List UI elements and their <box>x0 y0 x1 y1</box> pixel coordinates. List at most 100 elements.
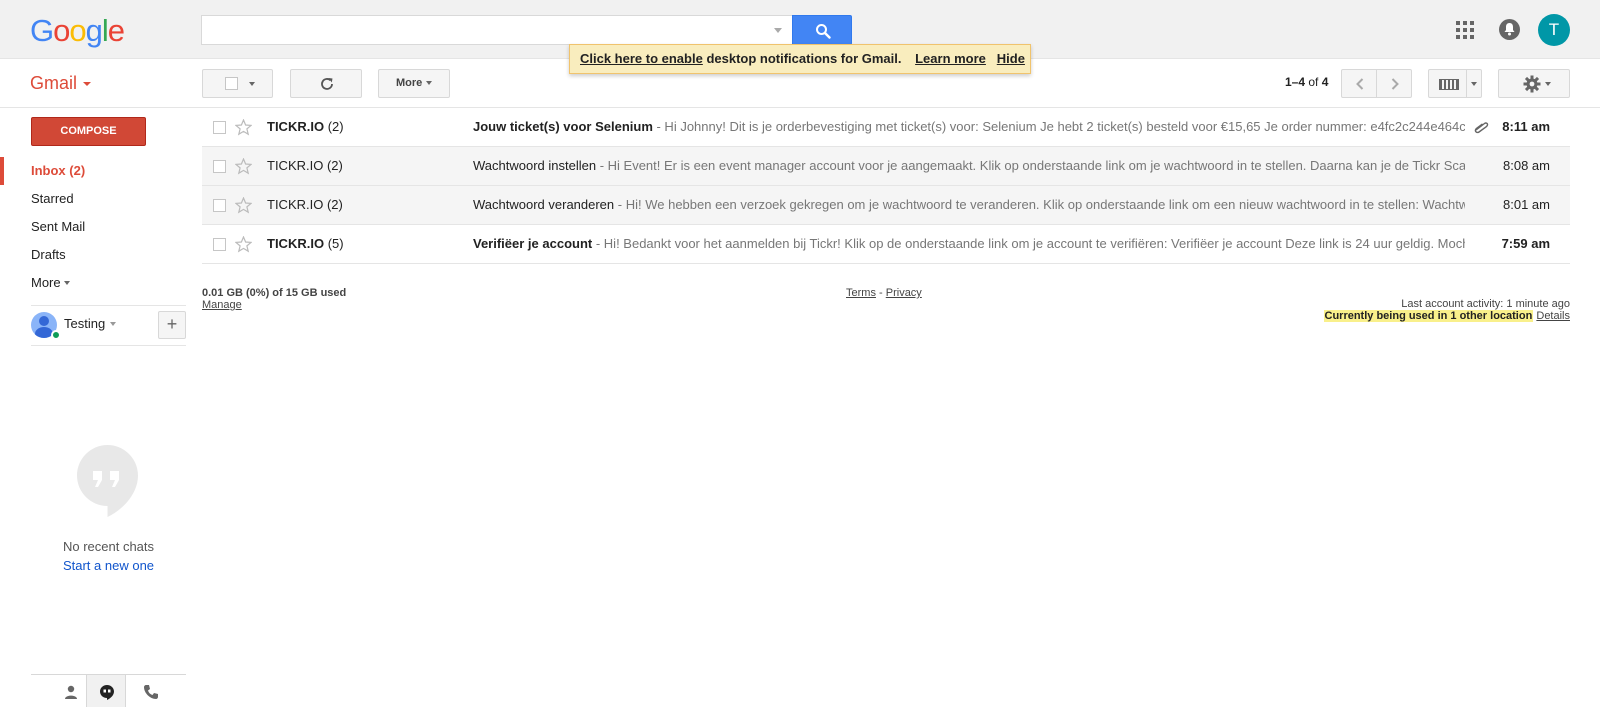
search-options-dropdown-icon[interactable] <box>774 28 782 33</box>
message-content: Verifiëer je account - Hi! Bedankt voor … <box>473 225 1465 263</box>
message-checkbox[interactable] <box>213 199 226 212</box>
hangouts-quote-icon <box>77 445 138 517</box>
sidebar-nav: Inbox (2) Starred Sent Mail Drafts More <box>0 157 190 297</box>
message-snippet: - Hi! Bedankt voor het aanmelden bij Tic… <box>592 236 1465 251</box>
terms-privacy: Terms - Privacy <box>846 287 922 299</box>
message-sender: TICKR.IO (2) <box>267 147 343 185</box>
message-row[interactable]: TICKR.IO (2) Wachtwoord veranderen - Hi! … <box>202 186 1570 225</box>
message-sender: TICKR.IO (2) <box>267 108 344 146</box>
start-new-chat-link[interactable]: Start a new one <box>31 558 186 573</box>
account-avatar[interactable]: T <box>1538 14 1570 46</box>
sidebar-item-drafts[interactable]: Drafts <box>0 241 190 269</box>
compose-button[interactable]: COMPOSE <box>31 117 146 146</box>
chevron-down-icon <box>426 81 432 85</box>
message-checkbox[interactable] <box>213 160 226 173</box>
message-row[interactable]: TICKR.IO (2) Wachtwoord instellen - Hi Ev… <box>202 147 1570 186</box>
message-row[interactable]: TICKR.IO (5) Verifiëer je account - Hi! B… <box>202 225 1570 264</box>
privacy-link[interactable]: Privacy <box>886 287 922 299</box>
gmail-label: Gmail <box>30 73 78 93</box>
message-checkbox[interactable] <box>213 238 226 251</box>
sidebar-item-label: Sent Mail <box>31 219 86 234</box>
sidebar-item-sent-mail[interactable]: Sent Mail <box>0 213 190 241</box>
attachment-icon <box>1474 122 1489 134</box>
logo-letter: G <box>30 13 54 48</box>
learn-more-link[interactable]: Learn more <box>915 51 986 66</box>
terms-separator: - <box>879 287 883 299</box>
star-icon[interactable] <box>235 236 252 253</box>
tab-contacts[interactable] <box>51 675 91 707</box>
sender-name: TICKR.IO <box>267 119 325 134</box>
pager-of: of <box>1308 75 1319 89</box>
select-all-checkbox[interactable] <box>225 77 238 90</box>
message-checkbox[interactable] <box>213 121 226 134</box>
activity-details-link[interactable]: Details <box>1536 310 1570 322</box>
terms-link[interactable]: Terms <box>846 287 876 299</box>
chevron-down-icon[interactable] <box>1471 82 1477 86</box>
sender-name: TICKR.IO <box>267 197 324 212</box>
phone-icon <box>144 685 158 699</box>
hide-notification-link[interactable]: Hide <box>997 51 1025 66</box>
enable-notifications-link[interactable]: Click here to enable <box>580 51 703 66</box>
storage-usage: 0.01 GB (0%) of 15 GB used <box>202 287 347 299</box>
star-icon[interactable] <box>235 158 252 175</box>
gear-icon <box>1523 75 1541 93</box>
logo-letter: o <box>69 13 86 48</box>
thread-count: (5) <box>327 236 344 251</box>
thread-count: (2) <box>326 158 343 173</box>
message-content: Wachtwoord veranderen - Hi! We hebben ee… <box>473 186 1465 224</box>
star-icon[interactable] <box>235 197 252 214</box>
refresh-icon <box>321 78 333 90</box>
older-page-button[interactable] <box>1376 69 1412 98</box>
search-input[interactable] <box>201 15 792 45</box>
message-row[interactable]: TICKR.IO (2) Jouw ticket(s) voor Selenium… <box>202 108 1570 147</box>
hangouts-user-name: Testing <box>64 316 106 331</box>
message-content: Wachtwoord instellen - Hi Event! Er is e… <box>473 147 1465 185</box>
input-tools-button[interactable] <box>1428 69 1482 98</box>
new-conversation-button[interactable]: + <box>158 311 186 339</box>
hangouts-bottom-tabs <box>31 674 186 707</box>
keyboard-icon <box>1439 79 1459 90</box>
logo-letter: o <box>53 13 70 48</box>
desktop-notification-banner: Click here to enable desktop notificatio… <box>569 44 1031 74</box>
sidebar-item-more[interactable]: More <box>0 269 190 297</box>
thread-count: (2) <box>327 119 344 134</box>
pagination-info: 1–4 of 4 <box>1285 75 1328 89</box>
sender-name: TICKR.IO <box>267 236 325 251</box>
chevron-right-icon <box>1391 78 1399 90</box>
star-icon[interactable] <box>235 119 252 136</box>
message-time: 7:59 am <box>1501 236 1550 251</box>
message-subject: Wachtwoord instellen <box>473 158 597 173</box>
notification-text: desktop notifications for Gmail. <box>706 51 902 66</box>
sidebar-item-label: Inbox (2) <box>31 163 86 178</box>
sidebar-item-starred[interactable]: Starred <box>0 185 190 213</box>
tab-phone[interactable] <box>131 675 171 707</box>
manage-storage-link[interactable]: Manage <box>202 299 242 311</box>
person-icon <box>65 685 77 699</box>
google-logo[interactable]: Google <box>30 13 125 49</box>
message-list: TICKR.IO (2) Jouw ticket(s) voor Selenium… <box>202 108 1570 264</box>
search-button[interactable] <box>792 15 852 45</box>
search-icon <box>816 24 831 39</box>
select-all-button[interactable] <box>202 69 273 98</box>
chevron-down-icon <box>83 82 92 87</box>
notifications-bell-icon[interactable] <box>1499 19 1520 40</box>
message-content: Jouw ticket(s) voor Selenium - Hi Johnny… <box>473 108 1465 146</box>
message-subject: Wachtwoord veranderen <box>473 197 615 212</box>
tab-hangouts[interactable] <box>86 675 126 707</box>
hangouts-user-menu[interactable]: Testing <box>64 316 117 331</box>
sidebar-item-inbox[interactable]: Inbox (2) <box>0 157 190 185</box>
settings-button[interactable] <box>1498 69 1570 98</box>
no-recent-chats-text: No recent chats <box>62 539 155 554</box>
more-actions-button[interactable]: More <box>378 69 450 98</box>
message-time: 8:11 am <box>1502 119 1550 134</box>
gmail-app-menu[interactable]: Gmail <box>30 73 92 94</box>
pager-range: 1–4 <box>1285 75 1306 89</box>
account-location-note: Currently being used in 1 other location… <box>1323 310 1570 322</box>
hangouts-user-bar: Testing + <box>31 305 186 346</box>
apps-grid-icon[interactable] <box>1456 21 1474 39</box>
newer-page-button[interactable] <box>1341 69 1377 98</box>
message-snippet: - Hi Event! Er is een event manager acco… <box>596 158 1465 173</box>
message-time: 8:01 am <box>1503 197 1550 212</box>
other-location-warning: Currently being used in 1 other location <box>1323 310 1534 322</box>
refresh-button[interactable] <box>290 69 362 98</box>
